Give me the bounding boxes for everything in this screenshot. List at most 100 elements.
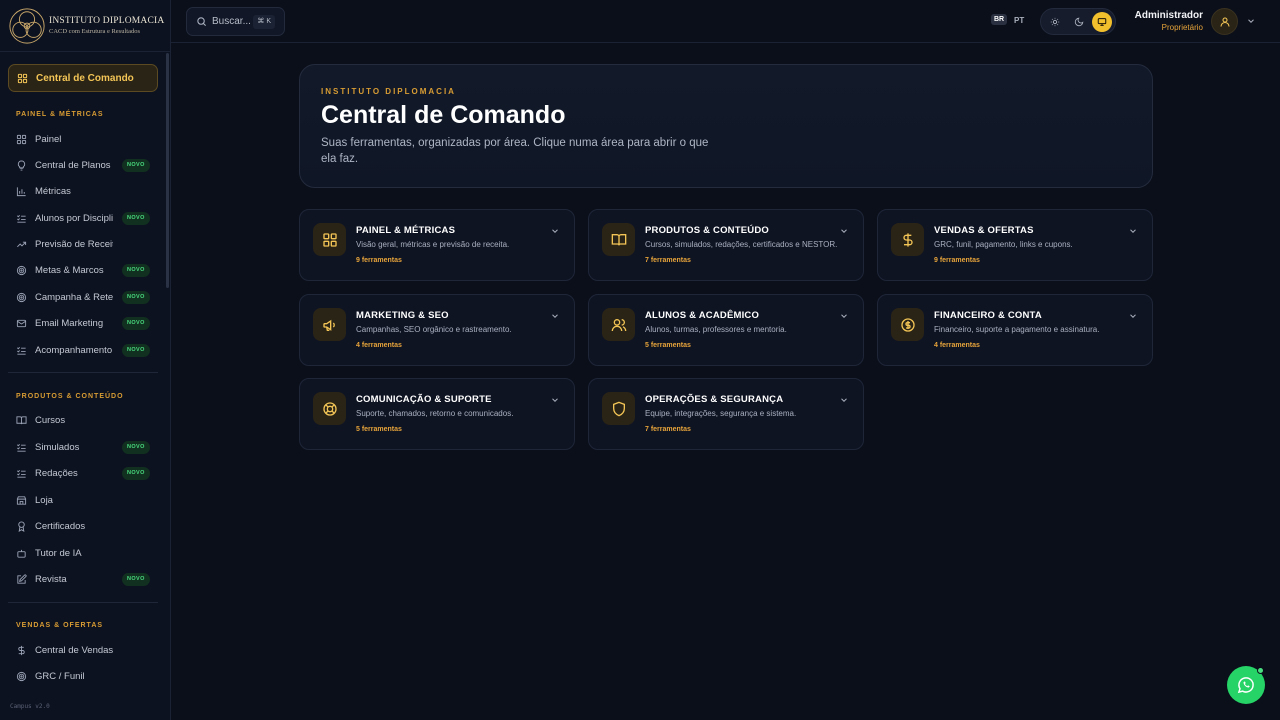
sidebar-item-metricas[interactable]: Métricas — [16, 182, 156, 200]
whatsapp-icon — [1237, 677, 1254, 694]
chevron-down-icon[interactable] — [839, 226, 849, 236]
sidebar-item-label: Tutor de IA — [35, 547, 82, 559]
divider — [8, 372, 158, 373]
new-badge: NOVO — [122, 573, 150, 586]
sidebar-item-label: Redações — [35, 467, 78, 479]
area-card-painel-metricas[interactable]: PAINEL & MÉTRICAS Visão geral, métricas … — [299, 209, 575, 281]
grid-icon — [313, 223, 346, 256]
sidebar-item-central-de-comando[interactable]: Central de Comando — [8, 64, 158, 92]
area-card-comunicacao-suporte[interactable]: COMUNICAÇÃO & SUPORTE Suporte, chamados,… — [299, 378, 575, 450]
chevron-down-icon[interactable] — [550, 395, 560, 405]
area-card-produtos-conteudo[interactable]: PRODUTOS & CONTEÚDO Cursos, simulados, r… — [588, 209, 864, 281]
card-tool-count: 4 ferramentas — [356, 342, 402, 349]
sidebar-item-central-de-planos[interactable]: Central de Planos NOVO — [16, 156, 156, 174]
search-button[interactable]: Buscar... ⌘ K — [186, 7, 285, 36]
lifebuoy-icon — [313, 392, 346, 425]
new-badge: NOVO — [122, 264, 150, 277]
target-icon — [16, 671, 27, 681]
area-card-vendas-ofertas[interactable]: VENDAS & OFERTAS GRC, funil, pagamento, … — [877, 209, 1153, 281]
avatar[interactable] — [1211, 8, 1238, 35]
shield-icon — [602, 392, 635, 425]
sidebar-item-simulados[interactable]: Simulados NOVO — [16, 438, 156, 456]
hero-panel: INSTITUTO DIPLOMACIA Central de Comando … — [299, 64, 1153, 188]
chevron-down-icon[interactable] — [550, 226, 560, 236]
sidebar-item-tutor-de-ia[interactable]: Tutor de IA — [16, 544, 156, 562]
sidebar-item-label: Central de Comando — [36, 72, 134, 84]
sidebar-item-alunos-por-disciplina[interactable]: Alunos por Disciplina NOVO — [16, 209, 156, 227]
sidebar-item-central-de-vendas[interactable]: Central de Vendas — [16, 641, 156, 659]
sidebar-item-label: Previsão de Receita — [35, 238, 113, 250]
system-theme-button[interactable] — [1092, 12, 1112, 32]
chevron-down-icon[interactable] — [839, 395, 849, 405]
card-description: Equipe, integrações, segurança e sistema… — [645, 409, 797, 418]
chevron-down-icon[interactable] — [839, 311, 849, 321]
chevron-down-icon[interactable] — [1246, 16, 1256, 26]
target-icon — [16, 292, 27, 302]
sidebar-item-label: Painel — [35, 133, 62, 145]
hero-eyebrow: INSTITUTO DIPLOMACIA — [321, 87, 456, 96]
mail-icon — [16, 319, 27, 327]
sidebar-item-loja[interactable]: Loja — [16, 491, 156, 509]
sidebar-item-campanha-retencao[interactable]: Campanha & Retenção NOVO — [16, 288, 156, 306]
sidebar-item-label: Certificados — [35, 520, 86, 532]
user-icon — [1219, 16, 1230, 27]
card-description: Alunos, turmas, professores e mentoria. — [645, 325, 787, 334]
sidebar-item-label: Central de Planos — [35, 159, 111, 171]
language-flag[interactable]: BR — [991, 14, 1008, 25]
edit-icon — [17, 573, 27, 584]
book-icon — [16, 415, 27, 424]
card-tool-count: 5 ferramentas — [645, 342, 691, 349]
card-tool-count: 5 ferramentas — [356, 426, 402, 433]
search-shortcut: ⌘ K — [253, 15, 275, 29]
sidebar-item-previsao-de-receita[interactable]: Previsão de Receita — [16, 235, 156, 253]
card-title: COMUNICAÇÃO & SUPORTE — [356, 394, 492, 405]
area-card-operacoes-seguranca[interactable]: OPERAÇÕES & SEGURANÇA Equipe, integraçõe… — [588, 378, 864, 450]
section-title-painel: PAINEL & MÉTRICAS — [16, 111, 104, 118]
hero-subtitle: Suas ferramentas, organizadas por área. … — [321, 137, 709, 165]
search-label: Buscar... — [212, 16, 251, 27]
chevron-down-icon[interactable] — [1128, 311, 1138, 321]
sidebar-item-certificados[interactable]: Certificados — [16, 517, 156, 535]
sidebar-item-cursos[interactable]: Cursos — [16, 411, 156, 429]
chevron-down-icon[interactable] — [1128, 226, 1138, 236]
new-badge: NOVO — [122, 212, 150, 225]
language-code[interactable]: PT — [1014, 16, 1024, 25]
card-tool-count: 4 ferramentas — [934, 342, 980, 349]
card-title: PRODUTOS & CONTEÚDO — [645, 225, 769, 236]
search-icon — [197, 17, 207, 27]
sidebar-item-redacoes[interactable]: Redações NOVO — [16, 464, 156, 482]
sidebar-scrollbar[interactable] — [166, 53, 169, 288]
area-card-marketing-seo[interactable]: MARKETING & SEO Campanhas, SEO orgânico … — [299, 294, 575, 366]
sidebar-item-acompanhamento[interactable]: Acompanhamento NOVO — [16, 341, 156, 359]
sun-icon — [1050, 17, 1060, 27]
dark-theme-button[interactable] — [1069, 12, 1089, 32]
chevron-down-icon[interactable] — [550, 311, 560, 321]
sidebar-item-label: Loja — [35, 494, 53, 506]
user-name[interactable]: Administrador — [1111, 10, 1203, 21]
sidebar-item-label: Alunos por Disciplina — [35, 212, 113, 224]
megaphone-icon — [313, 308, 346, 341]
sidebar-item-label: Métricas — [35, 185, 71, 197]
brand[interactable]: INSTITUTO DIPLOMACIA CACD com Estrutura … — [0, 0, 170, 52]
area-card-alunos-academico[interactable]: ALUNOS & ACADÊMICO Alunos, turmas, profe… — [588, 294, 864, 366]
bar-chart-icon — [16, 186, 26, 196]
sidebar-item-label: Email Marketing — [35, 317, 104, 329]
sidebar-item-painel[interactable]: Painel — [16, 130, 156, 148]
card-description: Financeiro, suporte a pagamento e assina… — [934, 325, 1100, 334]
sidebar-item-revista[interactable]: Revista NOVO — [16, 570, 156, 588]
version-label: Campus v2.0 — [10, 703, 50, 710]
sidebar-item-label: Simulados — [35, 441, 80, 453]
area-card-financeiro-conta[interactable]: FINANCEIRO & CONTA Financeiro, suporte a… — [877, 294, 1153, 366]
monitor-icon — [1097, 18, 1107, 26]
brand-tagline: CACD com Estrutura e Resultados — [49, 27, 140, 35]
sidebar-item-grc-funil[interactable]: GRC / Funil — [16, 667, 156, 685]
card-tool-count: 9 ferramentas — [934, 257, 980, 264]
light-theme-button[interactable] — [1045, 12, 1065, 32]
section-title-vendas: VENDAS & OFERTAS — [16, 622, 104, 629]
sidebar-item-label: Campanha & Retenção — [35, 291, 113, 303]
new-badge: NOVO — [122, 159, 150, 172]
new-badge: NOVO — [122, 467, 150, 480]
topbar: Buscar... ⌘ K BR PT Administrador Propri… — [171, 0, 1280, 43]
sidebar-item-email-marketing[interactable]: Email Marketing NOVO — [16, 314, 156, 332]
sidebar-item-metas-marcos[interactable]: Metas & Marcos NOVO — [16, 261, 156, 279]
